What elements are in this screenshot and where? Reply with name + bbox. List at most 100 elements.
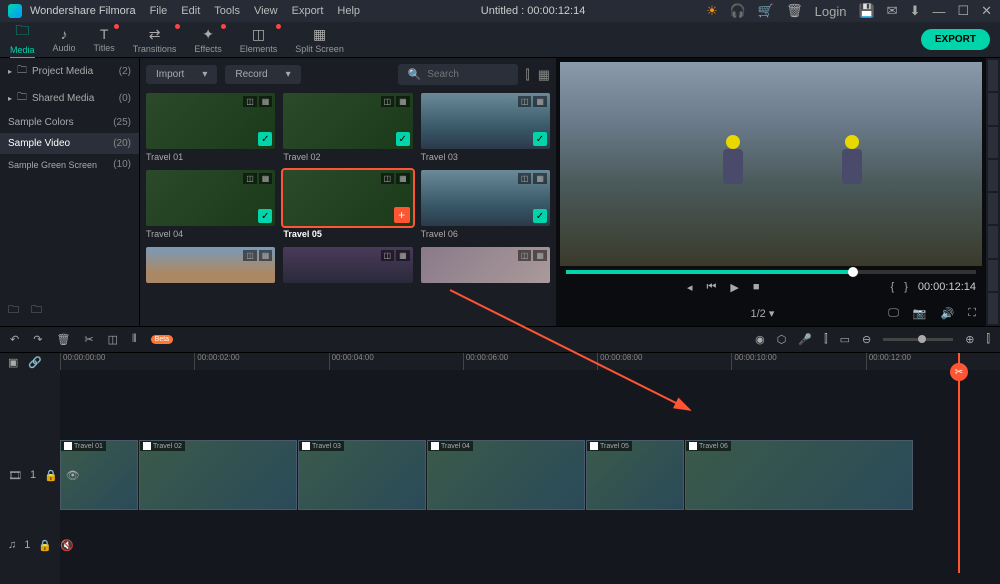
tab-transitions[interactable]: ⇄Transitions (133, 26, 177, 54)
filmstrip-scroll[interactable] (986, 58, 1000, 326)
clip-Travel 04[interactable]: Travel 04 (427, 440, 585, 510)
elements-icon: ◫ (252, 26, 265, 43)
preview-timecode: 00:00:12:14 (918, 281, 976, 293)
crop-icon[interactable]: ◫ (108, 333, 118, 346)
zoom-out-icon[interactable]: ⊖ (862, 333, 871, 346)
tab-media[interactable]: 🗀Media (10, 20, 35, 59)
mute-icon[interactable]: 🔇 (60, 539, 74, 552)
add-to-timeline-icon[interactable]: + (394, 207, 410, 223)
sidebar-item-sample-green[interactable]: Sample Green Screen(10) (0, 154, 139, 175)
add-folder-icon[interactable]: 🗀 (31, 301, 42, 320)
export-button[interactable]: EXPORT (921, 29, 990, 50)
fullscreen-icon[interactable]: ⛶ (968, 307, 976, 320)
thumb-Travel 04[interactable]: ◫▦✓Travel 04 (146, 170, 275, 239)
tab-titles[interactable]: TTitles (94, 26, 115, 53)
link-icon[interactable]: 🔗 (28, 356, 42, 369)
maximize-icon[interactable]: ☐ (957, 3, 969, 19)
menu-edit[interactable]: Edit (181, 5, 200, 17)
mail-icon[interactable]: ✉ (887, 3, 898, 19)
menu-tools[interactable]: Tools (214, 5, 240, 17)
sidebar-item-sample-video[interactable]: Sample Video(20) (0, 133, 139, 154)
mic-icon[interactable]: 🎤 (798, 333, 812, 346)
cart-icon[interactable]: 🛒 (758, 3, 774, 19)
grid-view-icon[interactable]: ▦ (538, 67, 550, 83)
rect-icon[interactable]: ▭ (840, 333, 850, 346)
menu-export[interactable]: Export (292, 5, 324, 17)
step-back-icon[interactable]: ⏮ (707, 281, 717, 294)
thumb-Travel 02[interactable]: ◫▦✓Travel 02 (283, 93, 412, 162)
clip-Travel 02[interactable]: Travel 02 (139, 440, 297, 510)
ripple-icon[interactable]: ▣ (8, 356, 18, 369)
search-input[interactable] (427, 69, 507, 80)
menu-view[interactable]: View (254, 5, 278, 17)
save-icon[interactable]: 💾 (858, 3, 874, 19)
headset-icon[interactable]: 🎧 (730, 3, 746, 19)
eye-icon[interactable]: 👁 (66, 469, 80, 482)
download-icon[interactable]: ⬇ (910, 3, 921, 19)
prev-frame-icon[interactable]: ◂ (687, 281, 693, 294)
zoom-fit-icon[interactable]: ⫿ (986, 333, 990, 346)
stop-icon[interactable]: ■ (753, 281, 760, 294)
play-icon[interactable]: ▶ (730, 281, 738, 294)
check-icon: ✓ (533, 132, 547, 146)
login-link[interactable]: Login (815, 4, 847, 19)
close-icon[interactable]: ✕ (981, 3, 992, 19)
thumb-Travel 05[interactable]: ◫▦+Travel 05 (283, 170, 412, 239)
display-icon[interactable]: 🖵 (888, 307, 899, 320)
shield-icon[interactable]: ⬡ (777, 333, 787, 346)
media-icon: 🗀 (15, 20, 29, 44)
import-dropdown[interactable]: Import▾ (146, 65, 217, 84)
record-dropdown[interactable]: Record▾ (225, 65, 300, 84)
lock-icon[interactable]: 🔒 (44, 469, 58, 482)
clip-Travel 03[interactable]: Travel 03 (298, 440, 426, 510)
snapshot-icon[interactable]: 📷 (913, 307, 927, 320)
preview-viewport[interactable] (560, 62, 982, 266)
audio-track-header: ♫1 🔒 🔇 (0, 510, 60, 580)
sidebar-item-shared-media[interactable]: ▸🗀Shared Media(0) (0, 85, 139, 112)
brace-right[interactable]: } (904, 281, 908, 293)
playhead[interactable]: ✂ (958, 353, 960, 573)
trash-icon[interactable]: 🗑 (786, 3, 803, 19)
audio-wave-icon[interactable]: ⫴ (132, 333, 137, 346)
volume-icon[interactable]: 🔊 (941, 307, 955, 320)
thumb-item-7[interactable]: ◫▦ (283, 247, 412, 283)
lock-icon[interactable]: 🔒 (38, 539, 52, 552)
cut-icon[interactable]: ✂ (84, 333, 93, 346)
mixer-icon[interactable]: ⫿ (824, 333, 828, 346)
menu-file[interactable]: File (150, 5, 168, 17)
scissors-icon[interactable]: ✂ (950, 363, 968, 381)
undo-icon[interactable]: ↶ (10, 333, 19, 346)
thumb-item-8[interactable]: ◫▦ (421, 247, 550, 283)
sun-icon[interactable]: ☀ (706, 3, 718, 19)
zoom-slider[interactable] (883, 338, 953, 341)
titlebar: Wondershare Filmora File Edit Tools View… (0, 0, 1000, 22)
effects-icon: ✦ (202, 26, 214, 43)
timeline-ruler[interactable]: ▣ 🔗 00:00:00:00 00:00:02:00 00:00:04:00 … (0, 352, 1000, 370)
thumb-Travel 03[interactable]: ◫▦✓Travel 03 (421, 93, 550, 162)
thumb-item-6[interactable]: ◫▦ (146, 247, 275, 283)
page-indicator[interactable]: 1/2 ▾ (751, 307, 775, 320)
preview-progress[interactable] (566, 270, 976, 274)
search-box[interactable]: 🔍 (398, 64, 518, 85)
marker-icon[interactable]: ◉ (755, 333, 765, 346)
filter-icon[interactable]: ⫿ (526, 67, 530, 83)
sidebar-item-project-media[interactable]: ▸🗀Project Media(2) (0, 58, 139, 85)
minimize-icon[interactable]: — (932, 4, 945, 19)
clip-Travel 06[interactable]: Travel 06 (685, 440, 913, 510)
clip-Travel 05[interactable]: Travel 05 (586, 440, 684, 510)
tab-effects[interactable]: ✦Effects (194, 26, 221, 54)
thumb-Travel 06[interactable]: ◫▦✓Travel 06 (421, 170, 550, 239)
audio-icon: ♪ (61, 26, 68, 42)
brace-left[interactable]: { (891, 281, 895, 293)
sidebar-item-sample-colors[interactable]: Sample Colors(25) (0, 112, 139, 133)
delete-icon[interactable]: 🗑 (56, 333, 70, 346)
app-logo (8, 4, 22, 18)
new-folder-icon[interactable]: 🗀 (8, 301, 19, 320)
menu-help[interactable]: Help (337, 5, 360, 17)
tab-splitscreen[interactable]: ▦Split Screen (295, 26, 344, 54)
redo-icon[interactable]: ↷ (33, 333, 42, 346)
tab-elements[interactable]: ◫Elements (240, 26, 278, 54)
thumb-Travel 01[interactable]: ◫▦✓Travel 01 (146, 93, 275, 162)
tab-audio[interactable]: ♪Audio (53, 26, 76, 53)
zoom-in-icon[interactable]: ⊕ (965, 333, 974, 346)
